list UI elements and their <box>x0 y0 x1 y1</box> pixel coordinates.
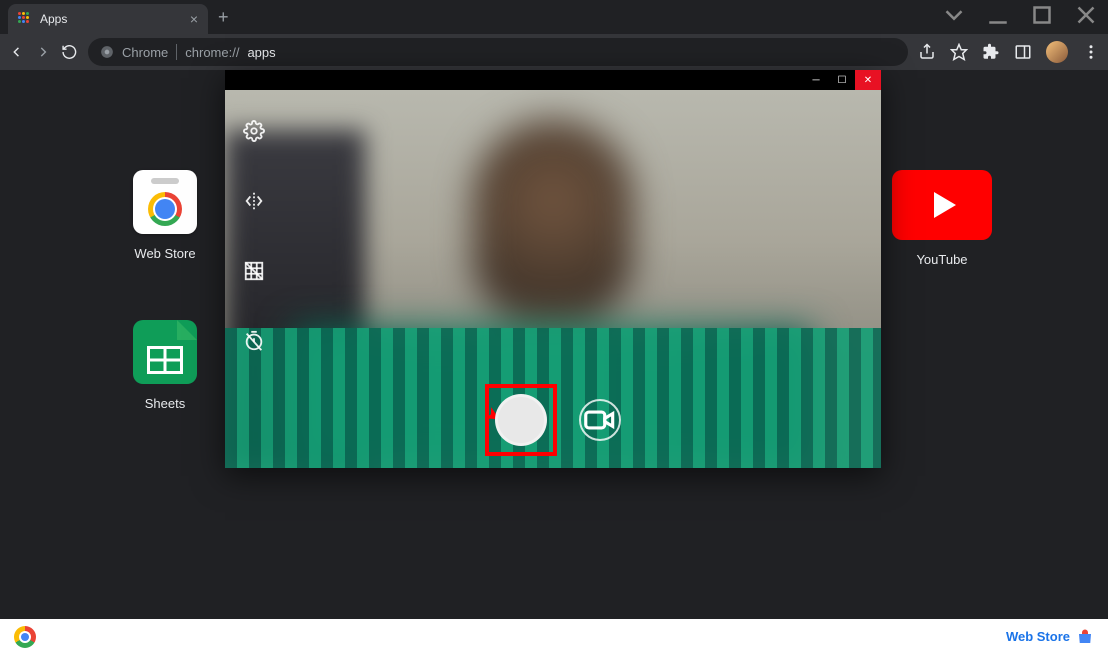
app-label: Sheets <box>105 396 225 411</box>
camera-window-controls: ─ ☐ ✕ <box>225 70 881 90</box>
profile-avatar[interactable] <box>1046 41 1068 63</box>
webstore-link[interactable]: Web Store <box>1006 628 1094 646</box>
chrome-scheme-icon <box>100 45 114 59</box>
app-tile-sheets[interactable]: Sheets <box>105 320 225 411</box>
forward-button[interactable] <box>35 40 52 64</box>
url-scheme: chrome:// <box>185 45 239 60</box>
webstore-link-label: Web Store <box>1006 629 1070 644</box>
youtube-icon <box>892 170 992 240</box>
webstore-icon <box>133 170 197 234</box>
apps-page-content: Web Store Sheets YouTube ─ ☐ ✕ <box>0 70 1108 615</box>
addr-divider <box>176 44 177 60</box>
reload-button[interactable] <box>61 40 78 64</box>
app-label: Web Store <box>105 246 225 261</box>
extensions-puzzle-icon[interactable] <box>982 43 1000 61</box>
annotation-highlight-box <box>485 384 557 456</box>
camera-maximize-icon[interactable]: ☐ <box>829 70 855 90</box>
share-icon[interactable] <box>918 43 936 61</box>
os-minimize-icon[interactable] <box>976 0 1020 30</box>
camera-minimize-icon[interactable]: ─ <box>803 70 829 90</box>
camera-video-mode-button[interactable] <box>579 399 621 441</box>
camera-shutter-button[interactable] <box>495 394 547 446</box>
camera-app-window: ─ ☐ ✕ ➤ <box>225 70 881 468</box>
app-tile-youtube[interactable]: YouTube <box>882 170 1002 267</box>
browser-tab-apps[interactable]: Apps × <box>8 4 208 34</box>
apps-bottom-bar: Web Store <box>0 619 1108 654</box>
camera-settings-gear-icon[interactable] <box>243 120 265 142</box>
camera-mirror-icon[interactable] <box>243 190 265 212</box>
side-panel-icon[interactable] <box>1014 43 1032 61</box>
chrome-logo-icon <box>14 626 36 648</box>
camera-viewfinder: ➤ <box>225 90 881 468</box>
app-label: YouTube <box>882 252 1002 267</box>
camera-side-toolbar <box>243 120 265 352</box>
bookmark-star-icon[interactable] <box>950 43 968 61</box>
camera-timer-off-icon[interactable] <box>243 330 265 352</box>
menu-kebab-icon[interactable] <box>1082 43 1100 61</box>
url-prefix: Chrome <box>122 45 168 60</box>
address-bar[interactable]: Chrome chrome:// apps <box>88 38 908 66</box>
new-tab-button[interactable]: + <box>218 7 229 28</box>
url-path: apps <box>247 45 275 60</box>
browser-toolbar: Chrome chrome:// apps <box>0 34 1108 70</box>
os-window-controls <box>932 0 1108 30</box>
sheets-icon <box>133 320 197 384</box>
camera-close-icon[interactable]: ✕ <box>855 70 881 90</box>
tab-title: Apps <box>40 12 67 26</box>
os-maximize-icon[interactable] <box>1020 0 1064 30</box>
app-tile-webstore[interactable]: Web Store <box>105 170 225 261</box>
apps-favicon-icon <box>18 12 32 26</box>
os-close-icon[interactable] <box>1064 0 1108 30</box>
webstore-bag-icon <box>1076 628 1094 646</box>
back-button[interactable] <box>8 40 25 64</box>
camera-grid-icon[interactable] <box>243 260 265 282</box>
os-dropdown-icon[interactable] <box>932 0 976 30</box>
tab-close-icon[interactable]: × <box>190 11 198 27</box>
